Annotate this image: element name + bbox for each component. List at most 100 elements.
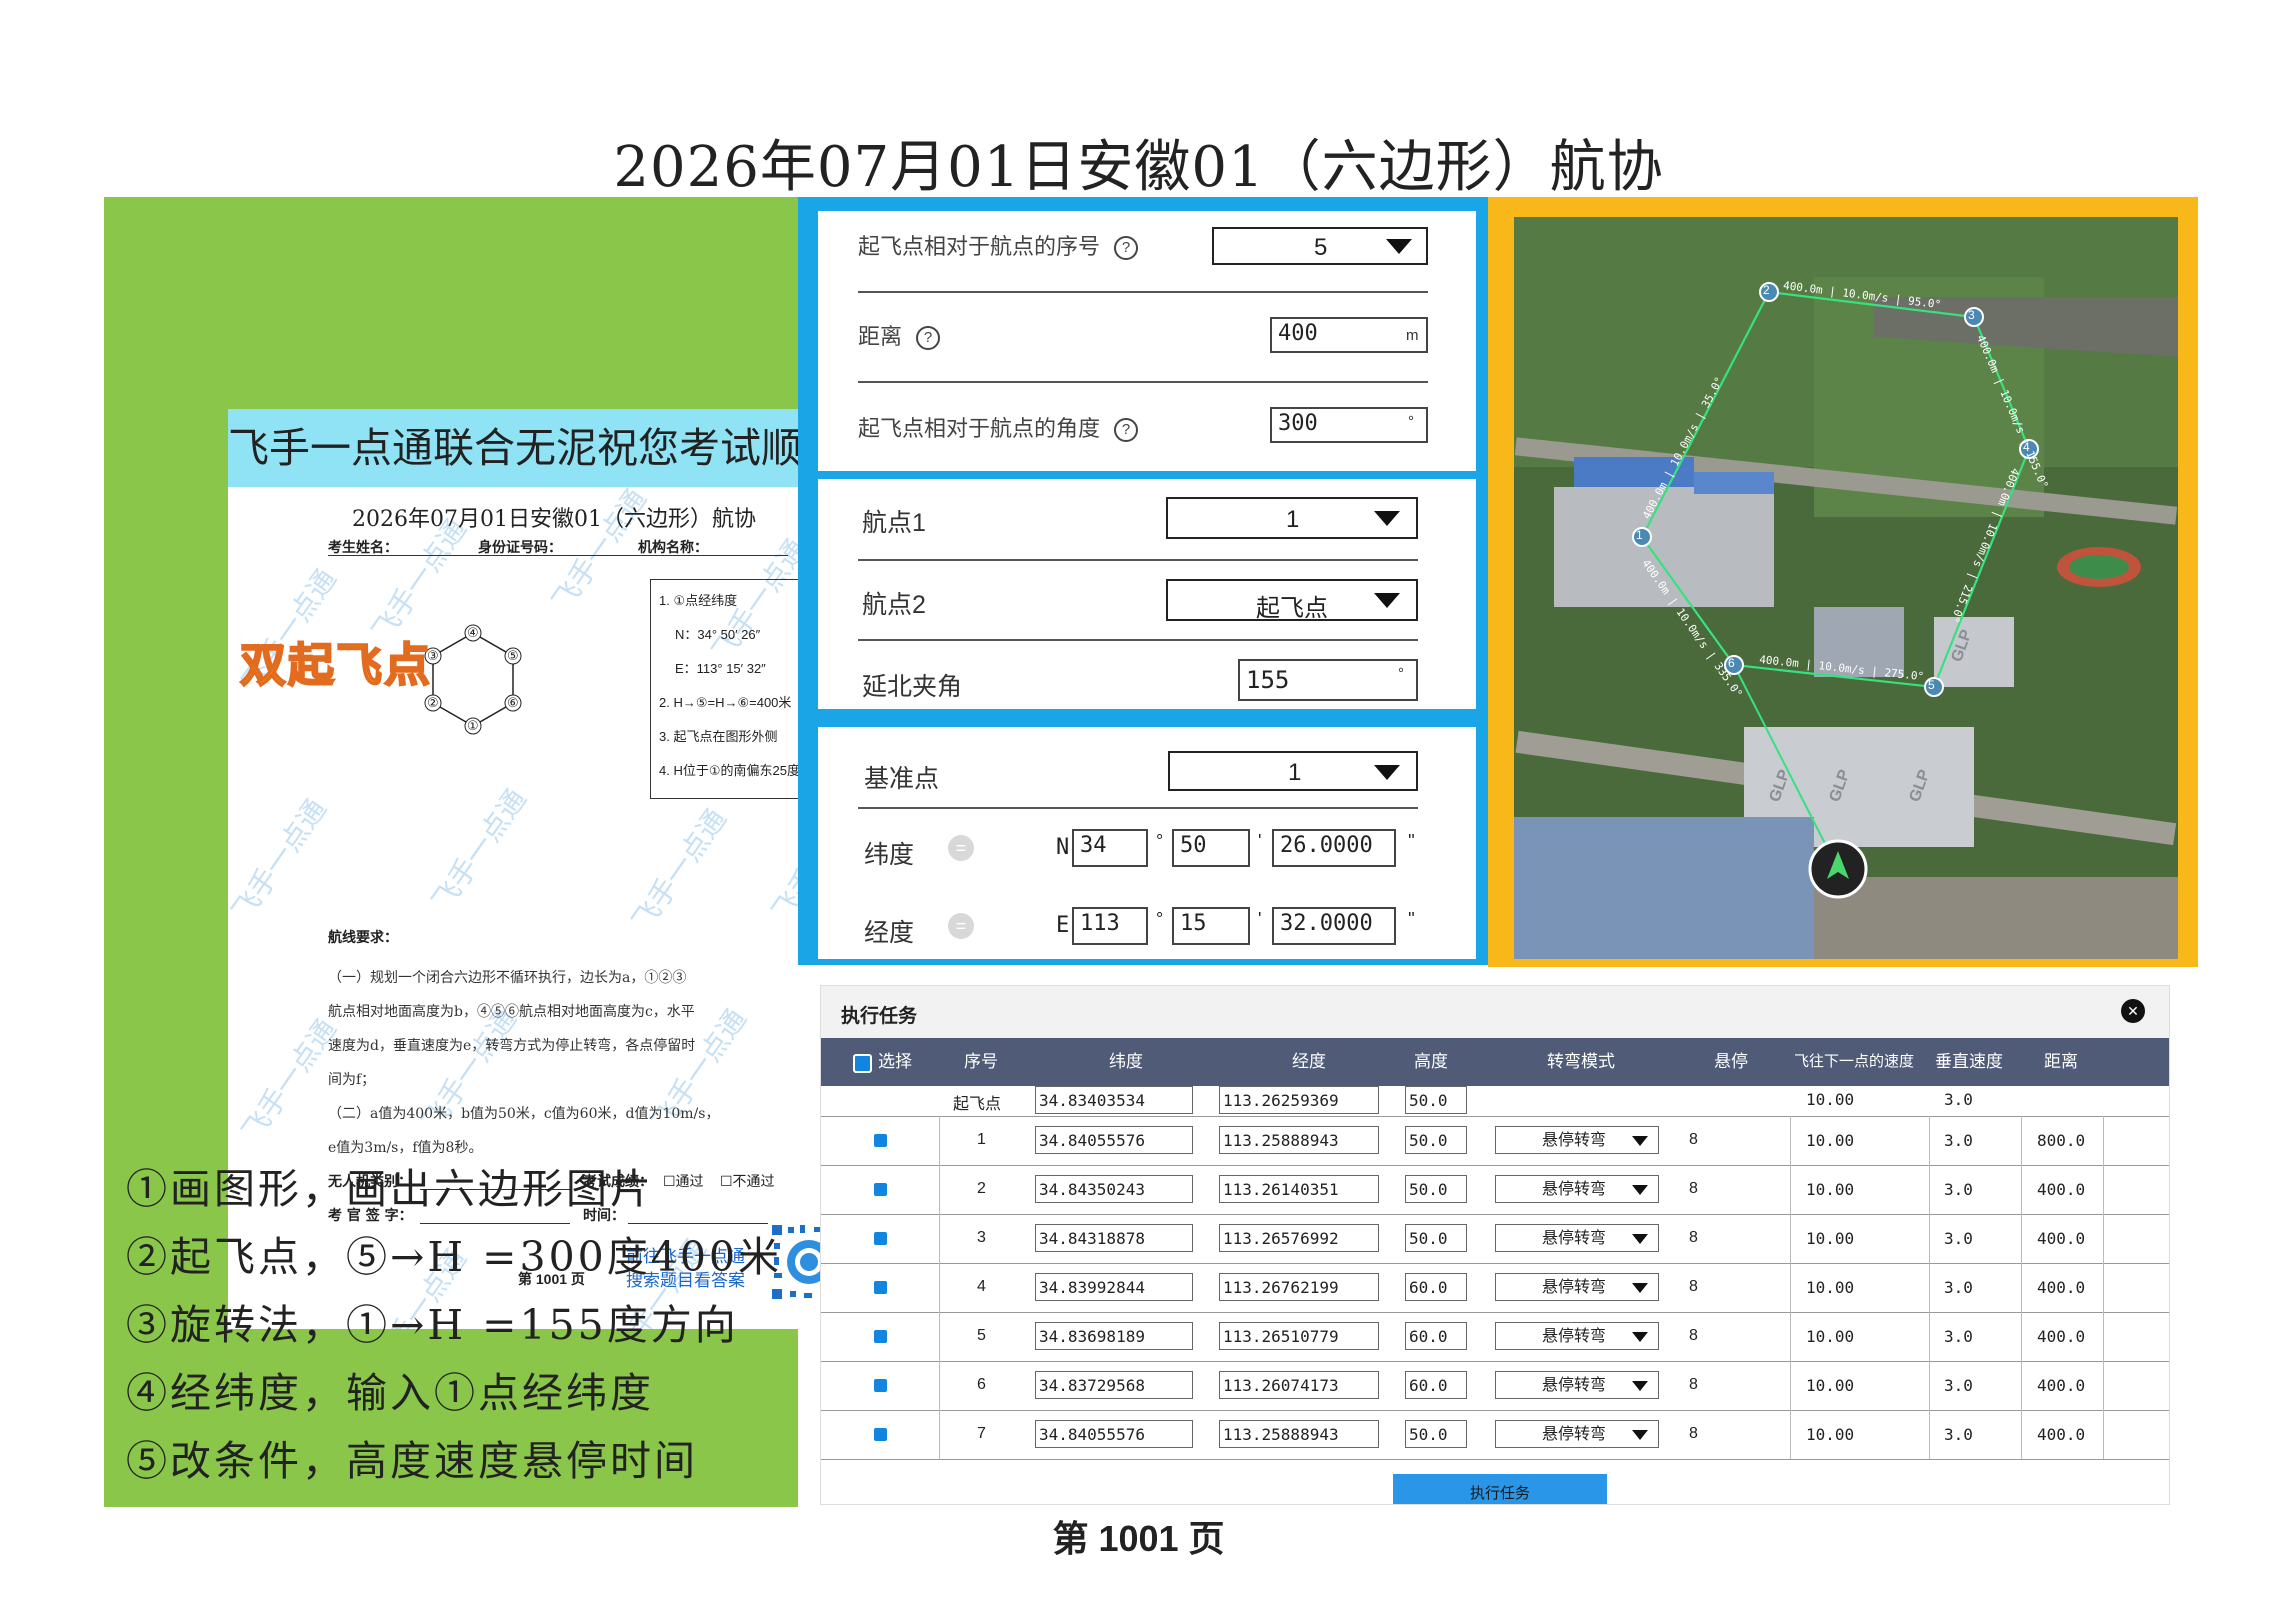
table-row[interactable]: 5 34.83698189 113.26510779 60.0 悬停转弯 8 10.00 3.…: [821, 1312, 2169, 1362]
row-checkbox[interactable]: [874, 1134, 887, 1147]
table-row[interactable]: 2 34.84350243 113.26140351 50.0 悬停转弯 8 10.00 3.…: [821, 1165, 2169, 1215]
row-checkbox[interactable]: [874, 1330, 887, 1343]
equal-icon[interactable]: =: [948, 913, 974, 939]
lon-input[interactable]: 113.26510779: [1219, 1322, 1379, 1350]
alt-input[interactable]: 50.0: [1405, 1086, 1467, 1114]
waypoint-3[interactable]: 3: [1968, 308, 1975, 322]
seq-select[interactable]: 5: [1212, 227, 1428, 265]
chevron-down-icon: [1632, 1185, 1648, 1195]
lat-minute-input[interactable]: 50: [1172, 829, 1250, 867]
lat-second-input[interactable]: 26.0000: [1272, 829, 1396, 867]
table-column-header: 选择 序号 纬度 经度 高度 转弯模式 悬停 飞往下一点的速度 垂直速度 距离: [821, 1038, 2169, 1086]
turn-mode-select[interactable]: 悬停转弯: [1495, 1224, 1659, 1252]
row-checkbox[interactable]: [874, 1183, 887, 1196]
requirement-line: 航点相对地面高度为b，④⑤⑥航点相对地面高度为c，水平: [328, 1004, 695, 1020]
waypoint-6[interactable]: 6: [1728, 656, 1735, 670]
help-icon[interactable]: ?: [1114, 418, 1139, 443]
lat-input[interactable]: 34.83403534: [1035, 1086, 1193, 1114]
column-divider: [2103, 1116, 2104, 1165]
hex-label-4: ④: [467, 625, 479, 640]
alt-input[interactable]: 50.0: [1405, 1175, 1467, 1203]
lat-input[interactable]: 34.84055576: [1035, 1420, 1193, 1448]
lat-input[interactable]: 34.84318878: [1035, 1224, 1193, 1252]
cell-seq: 5: [977, 1327, 986, 1344]
lon-input[interactable]: 113.26074173: [1219, 1371, 1379, 1399]
equal-icon[interactable]: =: [948, 835, 974, 861]
table-row[interactable]: 7 34.84055576 113.25888943 50.0 悬停转弯 8 10.00 3.…: [821, 1410, 2169, 1460]
cell-vspeed: 3.0: [1944, 1327, 1973, 1346]
column-divider: [939, 1116, 940, 1165]
lon-input[interactable]: 113.26762199: [1219, 1273, 1379, 1301]
lon-degree-input[interactable]: 113: [1072, 907, 1148, 945]
satellite-map[interactable]: 1 2 3 4 5 6 400.0m | 10.0m/s | 95.0° 400…: [1514, 217, 2178, 959]
alt-input[interactable]: 50.0: [1405, 1126, 1467, 1154]
turn-mode-select[interactable]: 悬停转弯: [1495, 1175, 1659, 1203]
cell-distance: 400.0: [2037, 1376, 2086, 1395]
turn-mode-select[interactable]: 悬停转弯: [1495, 1273, 1659, 1301]
alt-input[interactable]: 60.0: [1405, 1371, 1467, 1399]
lat-input[interactable]: 34.84055576: [1035, 1126, 1193, 1154]
angle-input[interactable]: 300: [1270, 407, 1428, 443]
lon-input[interactable]: 113.26576992: [1219, 1224, 1379, 1252]
table-row[interactable]: 6 34.83729568 113.26074173 60.0 悬停转弯 8 10.00 3.…: [821, 1361, 2169, 1411]
row-checkbox[interactable]: [874, 1232, 887, 1245]
table-row[interactable]: 4 34.83992844 113.26762199 60.0 悬停转弯 8 10.00 3.…: [821, 1263, 2169, 1313]
lat-input[interactable]: 34.83729568: [1035, 1371, 1193, 1399]
turn-mode-select[interactable]: 悬停转弯: [1495, 1322, 1659, 1350]
alt-input[interactable]: 60.0: [1405, 1273, 1467, 1301]
row-checkbox[interactable]: [874, 1281, 887, 1294]
second-symbol: '': [1408, 909, 1415, 929]
north-angle-input[interactable]: 155: [1238, 659, 1418, 701]
divider: [858, 381, 1428, 383]
col-select: 选择: [878, 1052, 912, 1071]
ref-point-select[interactable]: 1: [1168, 751, 1418, 791]
wp2-select[interactable]: 起飞点: [1166, 579, 1418, 622]
lat-input[interactable]: 34.83698189: [1035, 1322, 1193, 1350]
row-checkbox[interactable]: [874, 1379, 887, 1392]
lat-input[interactable]: 34.83992844: [1035, 1273, 1193, 1301]
execute-task-button[interactable]: 执行任务: [1393, 1474, 1607, 1504]
select-all-checkbox[interactable]: [853, 1054, 872, 1073]
page-footer: 第 1001 页: [1052, 1518, 1225, 1559]
column-divider: [939, 1165, 940, 1214]
cell-speed: 10.00: [1806, 1327, 1855, 1346]
distance-input[interactable]: 400: [1270, 317, 1428, 353]
lon-input[interactable]: 113.25888943: [1219, 1420, 1379, 1448]
waypoint-1[interactable]: 1: [1636, 528, 1643, 542]
requirement-line: （二）a值为400米，b值为50米，c值为60米，d值为10m/s，: [328, 1106, 720, 1122]
wp1-select[interactable]: 1: [1166, 497, 1418, 539]
lon-minute-input[interactable]: 15: [1172, 907, 1250, 945]
alt-input[interactable]: 50.0: [1405, 1420, 1467, 1448]
column-divider: [939, 1214, 940, 1263]
close-icon[interactable]: ✕: [2121, 999, 2145, 1023]
alt-input[interactable]: 60.0: [1405, 1322, 1467, 1350]
lon-input[interactable]: 113.26140351: [1219, 1175, 1379, 1203]
cell-speed: 10.00: [1806, 1090, 1855, 1109]
column-divider: [1790, 1410, 1791, 1459]
table-row[interactable]: 3 34.84318878 113.26576992 50.0 悬停转弯 8 10.00 3.…: [821, 1214, 2169, 1264]
seq-label: 起飞点相对于航点的序号?: [858, 229, 1139, 261]
lat-degree-input[interactable]: 34: [1072, 829, 1148, 867]
row-checkbox[interactable]: [874, 1428, 887, 1441]
chevron-down-icon: [1374, 593, 1400, 608]
lon-input[interactable]: 113.26259369: [1219, 1086, 1379, 1114]
table-row[interactable]: 起飞点 34.83403534 113.26259369 50.0 10.00 …: [821, 1086, 2169, 1117]
waypoint-2[interactable]: 2: [1763, 283, 1770, 297]
cell-seq: 1: [977, 1131, 986, 1148]
waypoint-5[interactable]: 5: [1928, 678, 1935, 692]
column-divider: [1929, 1165, 1930, 1214]
cell-distance: 400.0: [2037, 1180, 2086, 1199]
alt-input[interactable]: 50.0: [1405, 1224, 1467, 1252]
degree-symbol: °: [1156, 909, 1164, 929]
chevron-down-icon: [1632, 1234, 1648, 1244]
help-icon[interactable]: ?: [916, 326, 941, 351]
help-icon[interactable]: ?: [1114, 236, 1139, 261]
table-row[interactable]: 1 34.84055576 113.25888943 50.0 悬停转弯 8 10.00 3.…: [821, 1116, 2169, 1166]
lon-second-input[interactable]: 32.0000: [1272, 907, 1396, 945]
turn-mode-select[interactable]: 悬停转弯: [1495, 1371, 1659, 1399]
lat-input[interactable]: 34.84350243: [1035, 1175, 1193, 1203]
turn-mode-select[interactable]: 悬停转弯: [1495, 1126, 1659, 1154]
cell-seq: 起飞点: [953, 1096, 1002, 1113]
lon-input[interactable]: 113.25888943: [1219, 1126, 1379, 1154]
turn-mode-select[interactable]: 悬停转弯: [1495, 1420, 1659, 1448]
